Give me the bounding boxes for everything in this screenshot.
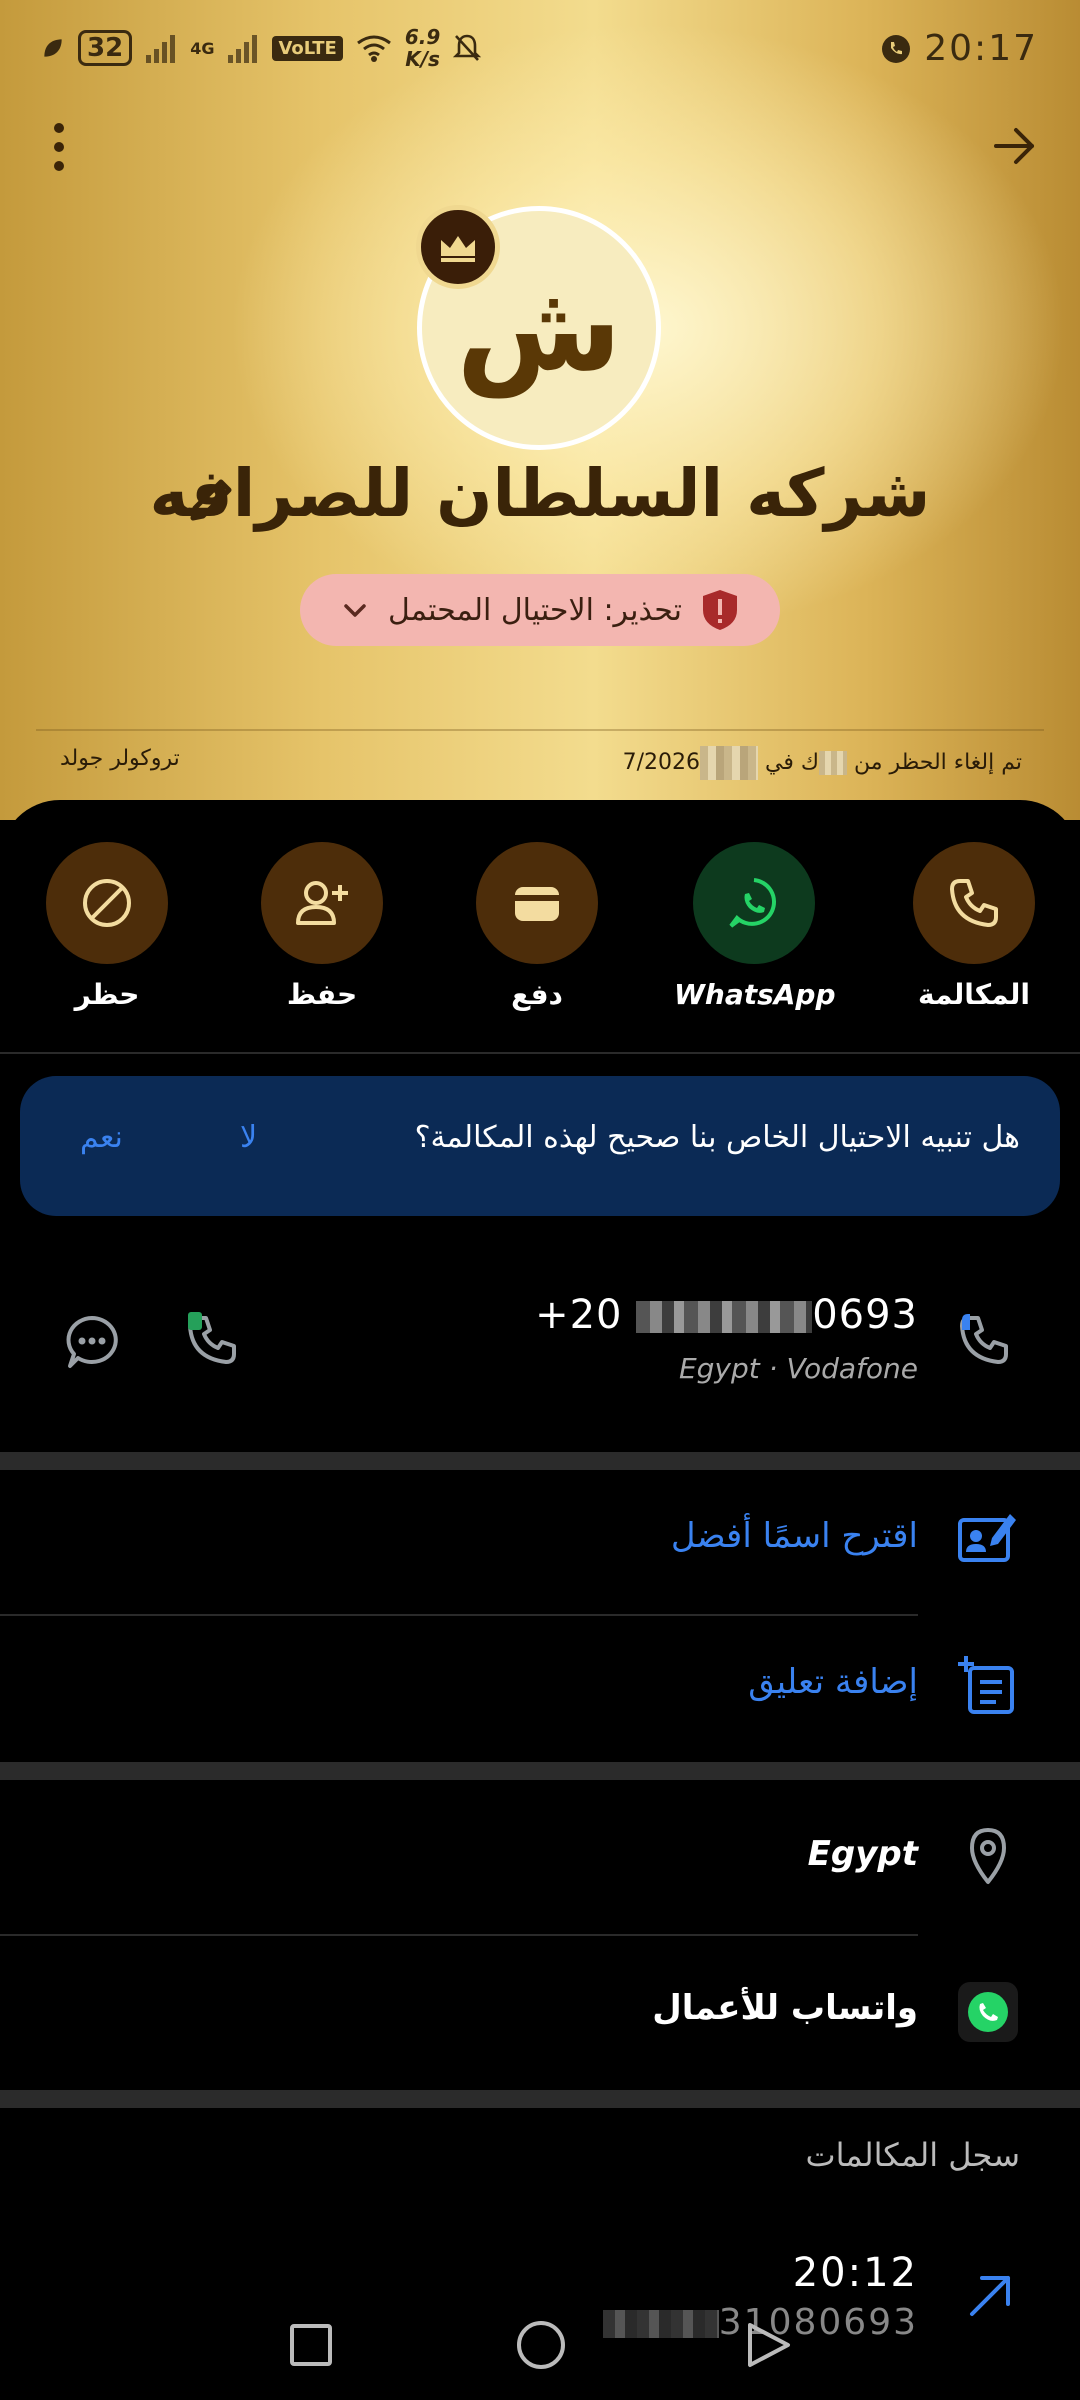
fraud-feedback-card: هل تنبيه الاحتيال الخاص بنا صحيح لهذه ال… — [20, 1076, 1060, 1216]
gold-crown-badge — [416, 205, 500, 289]
status-right: 20:17 — [880, 28, 1038, 69]
whatsapp-business-icon — [958, 1982, 1018, 2042]
message-icon[interactable] — [64, 1314, 120, 1370]
feedback-question: هل تنبيه الاحتيال الخاص بنا صحيح لهذه ال… — [414, 1120, 1020, 1155]
save-action[interactable]: حفظ — [242, 842, 402, 1011]
redacted-text — [819, 751, 848, 775]
volte-badge: VoLTE — [272, 35, 343, 61]
section-separator — [0, 1452, 1080, 1470]
call-active-icon — [882, 34, 911, 63]
whatsapp-business-label[interactable]: واتساب للأعمال — [652, 1988, 918, 2028]
chevron-down-icon — [344, 604, 366, 617]
actions-divider — [0, 1052, 1080, 1054]
truecaller-gold-label: تروكولر جولد — [60, 746, 180, 771]
status-bar: 32 4G VoLTE 6.9 K/s 20:17 — [0, 0, 1080, 100]
row-divider — [0, 1934, 918, 1936]
whatsapp-action[interactable]: WhatsApp — [674, 842, 836, 1011]
header-divider — [36, 729, 1044, 731]
redacted-number — [636, 1301, 813, 1333]
section-separator — [0, 2090, 1080, 2108]
sim-call-icon[interactable] — [184, 1310, 246, 1374]
fraud-warning-text: تحذير: الاحتيال المحتمل — [388, 592, 682, 628]
add-contact-icon — [296, 881, 348, 925]
home-icon[interactable] — [515, 2319, 567, 2371]
network-type: 4G — [190, 38, 215, 58]
feedback-yes-button[interactable]: نعم — [80, 1120, 123, 1155]
contact-header: 32 4G VoLTE 6.9 K/s 20:17 ش شركه السلطان… — [0, 0, 1080, 820]
network-speed: 6.9 K/s — [404, 25, 441, 71]
back-arrow-icon[interactable] — [990, 118, 1038, 174]
more-options-icon[interactable] — [44, 120, 74, 174]
pay-action[interactable]: دفع — [457, 842, 617, 1011]
wifi-icon — [356, 35, 391, 62]
status-time: 20:17 — [924, 28, 1038, 69]
call-history-time: 20:12 — [792, 2250, 918, 2296]
add-comment-icon — [958, 1656, 1014, 1714]
signal-icon-2 — [228, 35, 258, 63]
block-icon — [83, 879, 131, 927]
call-action[interactable]: المكالمة — [894, 842, 1054, 1011]
phone-icon — [960, 1314, 1008, 1364]
unblock-info: تم إلغاء الحظر من ك في 7/2026 — [623, 746, 1022, 780]
action-label: المكالمة — [918, 978, 1030, 1011]
action-label: حظر — [74, 978, 140, 1011]
phone-icon — [950, 879, 998, 927]
whatsapp-icon — [729, 878, 776, 928]
edit-pencil-icon[interactable] — [183, 472, 239, 528]
redacted-text — [700, 746, 759, 780]
phone-number[interactable]: +20 0693 — [535, 1292, 918, 1338]
carrier-info: Egypt · Vodafone — [678, 1352, 918, 1385]
wallet-icon — [515, 887, 559, 921]
action-label: WhatsApp — [674, 978, 836, 1011]
location-pin-icon — [970, 1828, 1006, 1884]
battery-level: 32 — [78, 30, 133, 66]
recent-apps-icon[interactable] — [289, 2323, 333, 2367]
suggest-name-icon — [958, 1514, 1016, 1562]
signal-icon — [146, 35, 176, 63]
section-separator — [0, 1762, 1080, 1780]
feedback-no-button[interactable]: لا — [240, 1120, 257, 1155]
row-divider — [0, 1614, 918, 1616]
status-left: 32 4G VoLTE 6.9 K/s — [40, 26, 482, 70]
call-history-title: سجل المكالمات — [805, 2136, 1020, 2174]
action-label: دفع — [511, 978, 563, 1011]
back-nav-icon[interactable] — [742, 2319, 794, 2371]
crown-icon — [441, 236, 475, 262]
mute-bell-icon — [453, 34, 482, 61]
fraud-warning-badge[interactable]: تحذير: الاحتيال المحتمل — [300, 574, 780, 646]
block-action[interactable]: حظر — [27, 842, 187, 1011]
contact-name: شركه السلطان للصرافه — [149, 455, 931, 532]
leaf-icon — [44, 39, 62, 57]
shield-alert-icon — [702, 590, 737, 630]
action-label: حفظ — [286, 978, 358, 1011]
add-comment-button[interactable]: إضافة تعليق — [748, 1662, 918, 1702]
location-value: Egypt — [807, 1834, 918, 1874]
suggest-name-button[interactable]: اقترح اسمًا أفضل — [671, 1516, 918, 1556]
